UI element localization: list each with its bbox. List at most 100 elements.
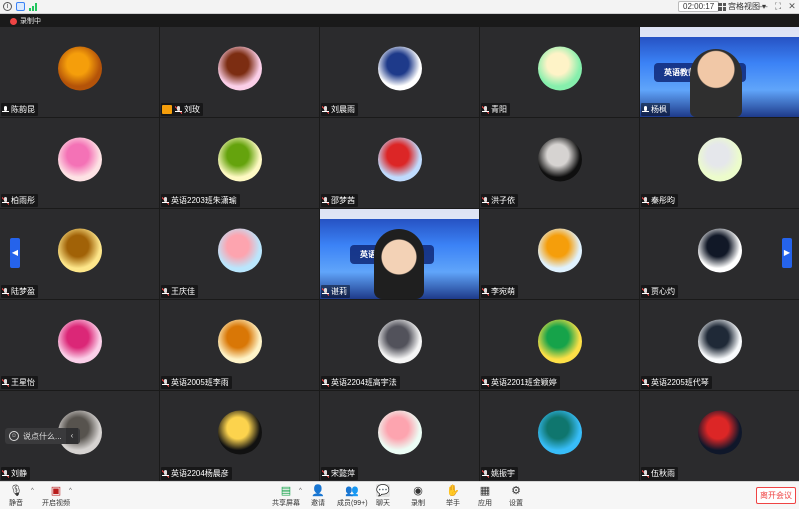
minimize-icon[interactable]: — [758, 1, 768, 11]
participant-tile[interactable]: 英语2204班高宇法 [319, 299, 480, 391]
muted-microphone-icon [322, 105, 329, 114]
participant-tile[interactable]: 英语教师精彩的天谌莉 [319, 208, 480, 300]
chat-label: 聊天 [376, 500, 390, 507]
participant-avatar [537, 319, 582, 364]
chat-button[interactable]: 💬 聊天 [376, 484, 390, 508]
shield-icon[interactable] [16, 2, 25, 11]
settings-button[interactable]: ⚙ 设置 [509, 484, 523, 508]
participant-avatar [377, 46, 422, 91]
participant-name-tag: 贾心灼 [641, 285, 678, 298]
participant-avatar [697, 228, 742, 273]
participant-tile[interactable]: 英语教师的精彩的天杨枫 [639, 26, 799, 118]
participant-name: 柏雨彤 [11, 196, 35, 205]
participant-name-tag: 刘静 [1, 467, 30, 480]
participant-tile[interactable]: 洪子依 [479, 117, 640, 209]
participant-tile[interactable]: 柏雨彤 [0, 117, 160, 209]
mute-button[interactable]: 🎙 静音 [9, 484, 23, 508]
previous-page-button[interactable]: ◀ [10, 238, 20, 268]
participant-tile[interactable]: 英语2205班代琴 [639, 299, 799, 391]
participant-name: 姚振宇 [491, 469, 515, 478]
participant-name: 贾心灼 [651, 287, 675, 296]
participant-tile[interactable]: 王星怡 [0, 299, 160, 391]
participant-avatar [697, 410, 742, 455]
camera-off-icon: ▣ [50, 485, 62, 497]
video-button[interactable]: ▣ 开启视频 [42, 484, 70, 508]
participant-tile[interactable]: 刘晨雨 [319, 26, 480, 118]
signal-icon[interactable] [29, 2, 38, 11]
participant-tile[interactable]: 邵梦茜 [319, 117, 480, 209]
share-screen-button[interactable]: ▤ 共享屏幕 [272, 484, 300, 508]
speaker-figure [690, 49, 742, 117]
participant-name: 英语2205班代琴 [651, 378, 709, 387]
close-icon[interactable]: ✕ [787, 1, 797, 12]
video-options-chevron-icon[interactable]: ^ [69, 488, 72, 494]
participant-tile[interactable]: 陈韵昆 [0, 26, 160, 118]
participant-name-tag: 伍秋雨 [641, 467, 678, 480]
participant-name-tag: 英语2204班高宇法 [321, 376, 400, 389]
participant-tile[interactable]: 贾心灼 [639, 208, 799, 300]
participant-tile[interactable]: 王庆佳 [159, 208, 320, 300]
participant-name: 洪子依 [491, 196, 515, 205]
fullscreen-icon[interactable]: ⛶ [773, 1, 783, 12]
muted-microphone-icon [2, 287, 9, 296]
emoji-icon[interactable]: ☺ [9, 431, 19, 441]
muted-microphone-icon [2, 378, 9, 387]
participant-tile[interactable]: 刘玫 [159, 26, 320, 118]
participant-tile[interactable]: 宋懿萍 [319, 390, 480, 482]
invite-button[interactable]: 👤 邀请 [311, 484, 325, 508]
leave-meeting-button[interactable]: 离开会议 [756, 487, 796, 504]
raise-hand-button[interactable]: ✋ 举手 [446, 484, 460, 508]
participant-tile[interactable]: 伍秋雨 [639, 390, 799, 482]
raise-hand-label: 举手 [446, 500, 460, 507]
grid-view-icon [718, 2, 726, 11]
participant-tile[interactable]: 陆梦盈 [0, 208, 160, 300]
participant-name: 青阳 [491, 105, 507, 114]
participant-tile[interactable]: 秦彤昀 [639, 117, 799, 209]
participant-name-tag: 青阳 [481, 103, 510, 116]
slide-banner [640, 27, 799, 37]
muted-microphone-icon [2, 196, 9, 205]
record-button[interactable]: ◉ 录制 [411, 484, 425, 508]
share-screen-icon: ▤ [280, 485, 292, 497]
participant-tile[interactable]: 英语2204杨晨彦 [159, 390, 320, 482]
participant-tile[interactable]: 青阳 [479, 26, 640, 118]
participant-tile[interactable]: 英语2201班金颖婷 [479, 299, 640, 391]
muted-microphone-icon [162, 469, 169, 478]
participant-name-tag: 刘玫 [161, 103, 203, 116]
participant-name-tag: 英语2005班李雨 [161, 376, 232, 389]
participant-name-tag: 陈韵昆 [1, 103, 38, 116]
participant-name-tag: 宋懿萍 [321, 467, 358, 480]
record-dot-icon [10, 17, 17, 25]
participant-name: 陆梦盈 [11, 287, 35, 296]
recording-indicator[interactable]: 录制中 [10, 16, 41, 26]
collapse-chat-button[interactable]: ‹ [66, 428, 78, 444]
meeting-toolbar: 🎙 静音 ^ ▣ 开启视频 ^ ▤ 共享屏幕 ^ 👤 邀请 👥 成员(99+) … [0, 481, 799, 509]
participant-name-tag: 英语2203班朱潇瑜 [161, 194, 240, 207]
participant-avatar [537, 410, 582, 455]
participant-tile[interactable]: 李宛萌 [479, 208, 640, 300]
share-options-chevron-icon[interactable]: ^ [299, 488, 302, 494]
participant-name: 邵梦茜 [331, 196, 355, 205]
muted-microphone-icon [482, 105, 489, 114]
participant-tile[interactable]: 英语2203班朱潇瑜 [159, 117, 320, 209]
mute-options-chevron-icon[interactable]: ^ [31, 488, 34, 494]
members-button[interactable]: 👥 成员(99+) [337, 484, 368, 508]
muted-microphone-icon [482, 287, 489, 296]
next-page-button[interactable]: ▶ [782, 238, 792, 268]
muted-microphone-icon [162, 287, 169, 296]
participant-avatar [697, 319, 742, 364]
participant-name: 英语2204杨晨彦 [171, 469, 229, 478]
participant-avatar [57, 228, 102, 273]
participant-avatar [217, 46, 262, 91]
muted-microphone-icon [642, 469, 649, 478]
info-icon[interactable]: i [3, 2, 12, 11]
host-badge-icon [162, 105, 172, 114]
participant-avatar [697, 137, 742, 182]
participant-name: 王星怡 [11, 378, 35, 387]
participant-tile[interactable]: 英语2005班李雨 [159, 299, 320, 391]
participant-tile[interactable]: 姚振宇 [479, 390, 640, 482]
muted-microphone-icon [482, 196, 489, 205]
status-icons: i [3, 2, 38, 11]
participant-name: 刘玫 [184, 105, 200, 114]
apps-button[interactable]: ▦ 应用 [478, 484, 492, 508]
